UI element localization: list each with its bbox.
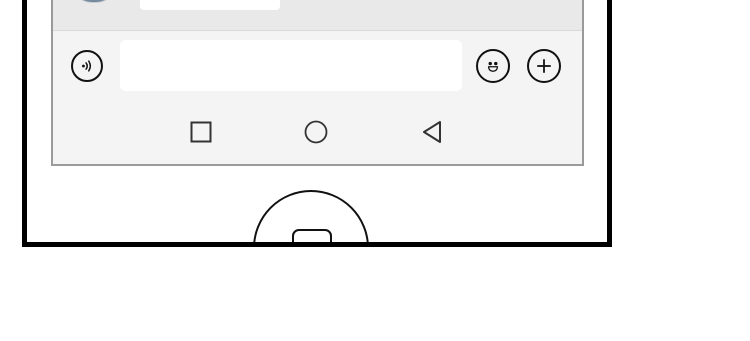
triangle-back-icon bbox=[423, 121, 441, 143]
message-area bbox=[53, 0, 582, 31]
phone-frame bbox=[22, 0, 612, 247]
message-bubble bbox=[140, 0, 280, 10]
home-button-icon bbox=[292, 229, 332, 242]
chat-input-bar bbox=[53, 31, 582, 97]
back-nav-button[interactable] bbox=[420, 120, 444, 144]
physical-home-button[interactable] bbox=[253, 190, 369, 242]
home-nav-button[interactable] bbox=[304, 120, 328, 144]
emoji-button[interactable] bbox=[476, 49, 510, 83]
circle-icon bbox=[304, 120, 328, 144]
message-input[interactable] bbox=[120, 40, 462, 91]
phone-screen bbox=[51, 0, 584, 166]
plus-button[interactable] bbox=[527, 49, 561, 83]
plus-icon bbox=[537, 59, 551, 73]
square-icon bbox=[190, 121, 212, 143]
recent-apps-button[interactable] bbox=[189, 120, 213, 144]
avatar[interactable] bbox=[71, 0, 117, 3]
android-nav-bar bbox=[53, 98, 582, 164]
voice-icon bbox=[82, 60, 92, 72]
voice-button[interactable] bbox=[71, 50, 103, 82]
emoji-icon bbox=[487, 61, 499, 72]
